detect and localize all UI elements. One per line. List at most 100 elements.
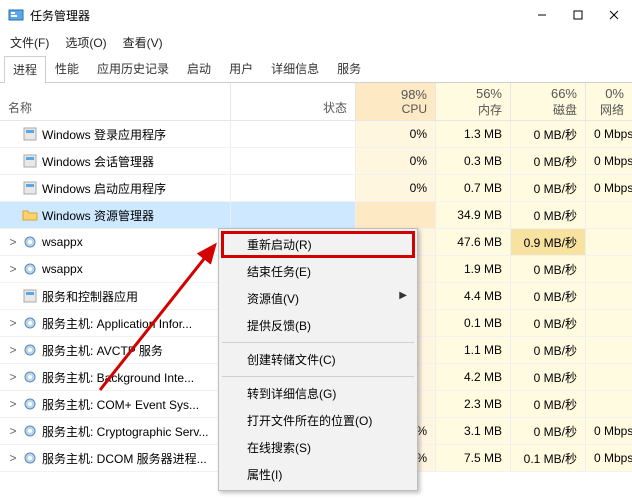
cell-memory: 0.3 MB xyxy=(435,148,510,174)
expand-icon[interactable]: > xyxy=(8,262,18,276)
cell-memory: 1.3 MB xyxy=(435,121,510,147)
cell-memory: 47.6 MB xyxy=(435,229,510,255)
process-icon xyxy=(22,288,38,304)
cell-network xyxy=(585,337,632,363)
cell-network xyxy=(585,283,632,309)
process-name: 服务主机: AVCTP 服务 xyxy=(42,342,163,359)
expand-icon[interactable]: > xyxy=(8,370,18,384)
cell-disk: 0 MB/秒 xyxy=(510,364,585,390)
cell-network xyxy=(585,364,632,390)
cell-disk: 0 MB/秒 xyxy=(510,148,585,174)
process-icon xyxy=(22,369,38,385)
close-button[interactable] xyxy=(596,0,632,30)
process-icon xyxy=(22,207,38,223)
header-name[interactable]: 名称 xyxy=(0,83,230,120)
cm-resource-values[interactable]: 资源值(V)▶ xyxy=(221,285,415,312)
minimize-button[interactable] xyxy=(524,0,560,30)
cell-network xyxy=(585,310,632,336)
header-memory[interactable]: 56%内存 xyxy=(435,83,510,120)
process-name: wsappx xyxy=(42,262,83,276)
cm-search-online[interactable]: 在线搜索(S) xyxy=(221,434,415,461)
cell-network: 0 Mbps xyxy=(585,445,632,471)
cm-create-dump[interactable]: 创建转储文件(C) xyxy=(221,346,415,373)
cell-name: >服务主机: COM+ Event Sys... xyxy=(0,391,230,417)
process-name: Windows 会话管理器 xyxy=(42,153,154,170)
process-icon xyxy=(22,450,38,466)
cm-restart[interactable]: 重新启动(R) xyxy=(221,231,415,258)
table-row[interactable]: Windows 登录应用程序0%1.3 MB0 MB/秒0 Mbps xyxy=(0,121,632,148)
tab-processes[interactable]: 进程 xyxy=(4,56,46,83)
process-icon xyxy=(22,126,38,142)
cell-name: Windows 登录应用程序 xyxy=(0,121,230,147)
cell-network: 0 Mbps xyxy=(585,418,632,444)
menu-view[interactable]: 查看(V) xyxy=(119,32,167,53)
process-name: 服务主机: Application Infor... xyxy=(42,315,192,332)
cell-name: Windows 会话管理器 xyxy=(0,148,230,174)
menu-options[interactable]: 选项(O) xyxy=(61,32,110,53)
process-icon xyxy=(22,423,38,439)
process-name: Windows 登录应用程序 xyxy=(42,126,166,143)
cell-cpu: 0% xyxy=(355,148,435,174)
cell-disk: 0 MB/秒 xyxy=(510,256,585,282)
cell-status xyxy=(230,175,355,201)
process-icon xyxy=(22,153,38,169)
cell-memory: 3.1 MB xyxy=(435,418,510,444)
tab-details[interactable]: 详细信息 xyxy=(262,55,328,82)
header-disk[interactable]: 66%磁盘 xyxy=(510,83,585,120)
tab-performance[interactable]: 性能 xyxy=(46,55,88,82)
cell-memory: 1.9 MB xyxy=(435,256,510,282)
tab-services[interactable]: 服务 xyxy=(328,55,370,82)
table-row[interactable]: Windows 资源管理器34.9 MB0 MB/秒 xyxy=(0,202,632,229)
tab-users[interactable]: 用户 xyxy=(220,55,262,82)
table-row[interactable]: Windows 启动应用程序0%0.7 MB0 MB/秒0 Mbps xyxy=(0,175,632,202)
expand-icon[interactable]: > xyxy=(8,235,18,249)
table-row[interactable]: Windows 会话管理器0%0.3 MB0 MB/秒0 Mbps xyxy=(0,148,632,175)
expand-icon[interactable]: > xyxy=(8,397,18,411)
cm-goto-details[interactable]: 转到详细信息(G) xyxy=(221,380,415,407)
cell-cpu: 0% xyxy=(355,121,435,147)
maximize-button[interactable] xyxy=(560,0,596,30)
chevron-right-icon: ▶ xyxy=(399,290,407,301)
cell-memory: 4.2 MB xyxy=(435,364,510,390)
expand-icon[interactable]: > xyxy=(8,316,18,330)
cell-name: Windows 资源管理器 xyxy=(0,202,230,228)
cm-feedback[interactable]: 提供反馈(B) xyxy=(221,312,415,339)
cell-name: > 服务主机: Background Inte... xyxy=(0,364,230,390)
header-cpu[interactable]: 98%CPU xyxy=(355,83,435,120)
cell-disk: 0 MB/秒 xyxy=(510,391,585,417)
cell-name: > 服务主机: DCOM 服务器进程... xyxy=(0,445,230,471)
cell-disk: 0 MB/秒 xyxy=(510,337,585,363)
process-icon xyxy=(22,261,38,277)
menu-file[interactable]: 文件(F) xyxy=(6,32,53,53)
process-icon xyxy=(22,234,38,250)
cm-open-location[interactable]: 打开文件所在的位置(O) xyxy=(221,407,415,434)
cell-cpu xyxy=(355,202,435,228)
cm-end-task[interactable]: 结束任务(E) xyxy=(221,258,415,285)
cell-memory: 7.5 MB xyxy=(435,445,510,471)
cell-network xyxy=(585,229,632,255)
cell-disk: 0 MB/秒 xyxy=(510,202,585,228)
cell-name: 服务和控制器应用 xyxy=(0,283,230,309)
cell-memory: 1.1 MB xyxy=(435,337,510,363)
process-name: Windows 启动应用程序 xyxy=(42,180,166,197)
header-network[interactable]: 0%网络 xyxy=(585,83,632,120)
cell-network xyxy=(585,256,632,282)
cm-separator xyxy=(222,342,414,343)
expand-icon[interactable]: > xyxy=(8,343,18,357)
cell-cpu: 0% xyxy=(355,175,435,201)
expand-icon[interactable]: > xyxy=(8,424,18,438)
expand-icon[interactable]: > xyxy=(8,451,18,465)
tab-app-history[interactable]: 应用历史记录 xyxy=(88,55,178,82)
tab-startup[interactable]: 启动 xyxy=(178,55,220,82)
cell-name: >服务主机: Cryptographic Serv... xyxy=(0,418,230,444)
cell-memory: 0.1 MB xyxy=(435,310,510,336)
app-icon xyxy=(8,7,24,23)
process-name: 服务主机: DCOM 服务器进程... xyxy=(42,450,207,467)
context-menu: 重新启动(R) 结束任务(E) 资源值(V)▶ 提供反馈(B) 创建转储文件(C… xyxy=(218,228,418,491)
header-status[interactable]: 状态 xyxy=(230,83,355,120)
cell-status xyxy=(230,202,355,228)
process-name: 服务主机: Background Inte... xyxy=(42,369,194,386)
cm-properties[interactable]: 属性(I) xyxy=(221,461,415,488)
cell-disk: 0 MB/秒 xyxy=(510,283,585,309)
cell-disk: 0 MB/秒 xyxy=(510,175,585,201)
